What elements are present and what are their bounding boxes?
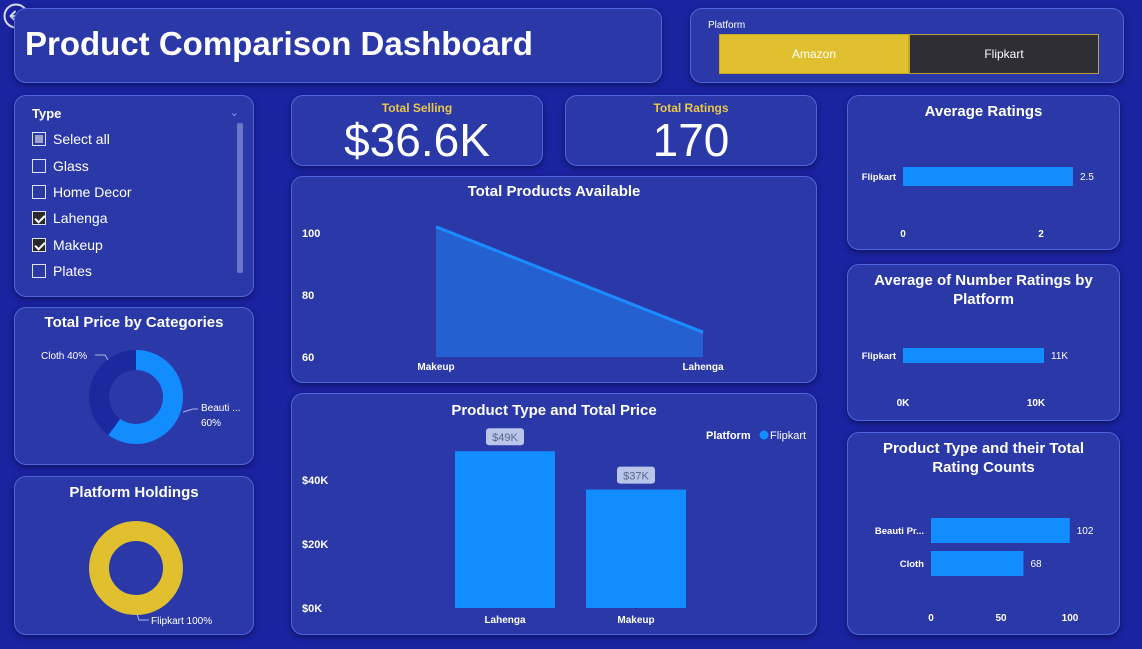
checkbox[interactable]: [32, 132, 46, 147]
type-slicer-scrollbar[interactable]: [237, 123, 243, 273]
x-tick-label: 50: [995, 613, 1007, 624]
bar: [903, 167, 1073, 186]
x-tick-label: Makeup: [417, 362, 454, 373]
x-tick-label: 0: [928, 613, 934, 624]
platform-slicer-label: Platform: [708, 20, 746, 31]
checkbox[interactable]: [32, 184, 46, 199]
kpi-value: 170: [652, 114, 730, 166]
donut-chart-svg: Flipkart 100%: [89, 521, 212, 627]
leader-line: [182, 408, 198, 413]
type-option[interactable]: Makeup: [32, 232, 242, 258]
type-option-label: Plates: [53, 263, 92, 280]
legend-title: Platform: [706, 430, 751, 442]
area-fill: [436, 226, 703, 357]
bar: [931, 551, 1024, 576]
type-rating-counts-chart: Product Type and their Total Rating Coun…: [847, 432, 1120, 635]
x-tick-label: 100: [1062, 613, 1079, 624]
hbar-chart-svg: Flipkart 2.5 0 2: [862, 167, 1094, 240]
type-option[interactable]: Plates: [32, 258, 242, 284]
x-tick-label: 0: [900, 229, 906, 240]
y-tick-label: $20K: [302, 539, 328, 551]
hbar-chart-svg: Flipkart 11K 0K 10K: [862, 348, 1068, 409]
type-option-label: Home Decor: [53, 183, 132, 200]
y-tick-label: 80: [302, 290, 314, 302]
average-ratings-chart: Average Ratings Flipkart 2.5 0 2: [847, 95, 1120, 250]
page-title: Product Comparison Dashboard: [25, 25, 533, 62]
chevron-down-icon[interactable]: ⌄: [230, 106, 239, 119]
type-option-label: Select all: [53, 131, 110, 148]
kpi-total-ratings: Total Ratings 170: [565, 95, 817, 166]
bar: [903, 348, 1044, 363]
type-option[interactable]: Select all: [32, 126, 242, 152]
leader-line: [95, 354, 109, 361]
x-tick-label: Lahenga: [682, 362, 724, 373]
data-label: $37K: [623, 471, 649, 483]
slice-pct: 60%: [201, 418, 221, 429]
type-option[interactable]: Home Decor: [32, 179, 242, 205]
slice-label: Cloth 40%: [41, 351, 87, 362]
type-option[interactable]: Glass: [32, 152, 242, 178]
kpi-value: $36.6K: [344, 114, 490, 166]
bar: [586, 489, 686, 608]
x-tick-label: Makeup: [617, 615, 654, 626]
avg-number-ratings-chart: Average of Number Ratings by Platform Fl…: [847, 264, 1120, 421]
type-option-label: Lahenga: [53, 210, 108, 227]
hbar-chart-svg: Beauti Pr... 102 Cloth 68 0 50 100: [875, 518, 1094, 624]
checkbox[interactable]: [32, 237, 46, 252]
data-label: 11K: [1051, 351, 1068, 362]
y-category-label: Beauti Pr...: [875, 526, 924, 537]
product-type-price-chart: Product Type and Total Price $0K $20K $40K…: [291, 393, 817, 635]
title-card: Product Comparison Dashboard: [14, 8, 662, 83]
platform-holdings-chart: Platform Holdings Flipkart 100%: [14, 476, 254, 635]
x-tick-label: 10K: [1027, 398, 1046, 409]
checkbox[interactable]: [32, 211, 46, 226]
y-category-label: Flipkart: [862, 351, 897, 362]
bar-chart-svg: $0K $20K $40K Platform Flipkart $49K Lahenga $3…: [302, 428, 806, 626]
donut-slice: [89, 350, 137, 436]
platform-slicer: Platform Amazon Flipkart: [690, 8, 1124, 83]
platform-button-flipkart[interactable]: Flipkart: [909, 34, 1099, 74]
type-option[interactable]: Lahenga: [32, 205, 242, 231]
slice-label: Flipkart 100%: [151, 616, 212, 627]
type-option-label: Makeup: [53, 236, 103, 253]
legend-marker: [759, 430, 769, 440]
type-slicer-list: Select all Glass Home Decor Lahenga Makeup Pl…: [32, 126, 242, 284]
area-chart-svg: 60 80 100 Makeup Lahenga: [302, 225, 724, 373]
data-label: 68: [1030, 559, 1042, 570]
type-slicer: Type ⌄ Select all Glass Home Decor Lahenga M…: [14, 95, 254, 297]
y-category-label: Cloth: [900, 559, 924, 570]
y-tick-label: $0K: [302, 603, 322, 615]
type-slicer-label: Type: [32, 106, 62, 121]
checkbox[interactable]: [32, 158, 46, 173]
y-category-label: Flipkart: [862, 172, 897, 183]
donut-slice: [89, 521, 183, 615]
type-option-label: Glass: [53, 157, 89, 174]
bar: [455, 451, 555, 608]
price-categories-chart: Total Price by Categories Cloth 40% Beaut…: [14, 307, 254, 465]
data-label: 102: [1077, 526, 1094, 537]
data-label: 2.5: [1080, 172, 1094, 183]
donut-chart-svg: Cloth 40% Beauti ... 60%: [41, 350, 240, 444]
slice-label: Beauti ...: [201, 403, 240, 414]
x-tick-label: 2: [1038, 229, 1044, 240]
legend-entry: Flipkart: [770, 430, 806, 442]
y-tick-label: $40K: [302, 475, 328, 487]
x-tick-label: Lahenga: [484, 615, 526, 626]
bar: [931, 518, 1070, 543]
y-tick-label: 60: [302, 352, 314, 364]
platform-button-amazon[interactable]: Amazon: [719, 34, 909, 74]
data-label: $49K: [492, 432, 518, 444]
total-products-chart: Total Products Available 60 80 100 Makeup La…: [291, 176, 817, 383]
y-tick-label: 100: [302, 228, 320, 240]
x-tick-label: 0K: [897, 398, 911, 409]
checkbox[interactable]: [32, 264, 46, 279]
kpi-total-selling: Total Selling $36.6K: [291, 95, 543, 166]
